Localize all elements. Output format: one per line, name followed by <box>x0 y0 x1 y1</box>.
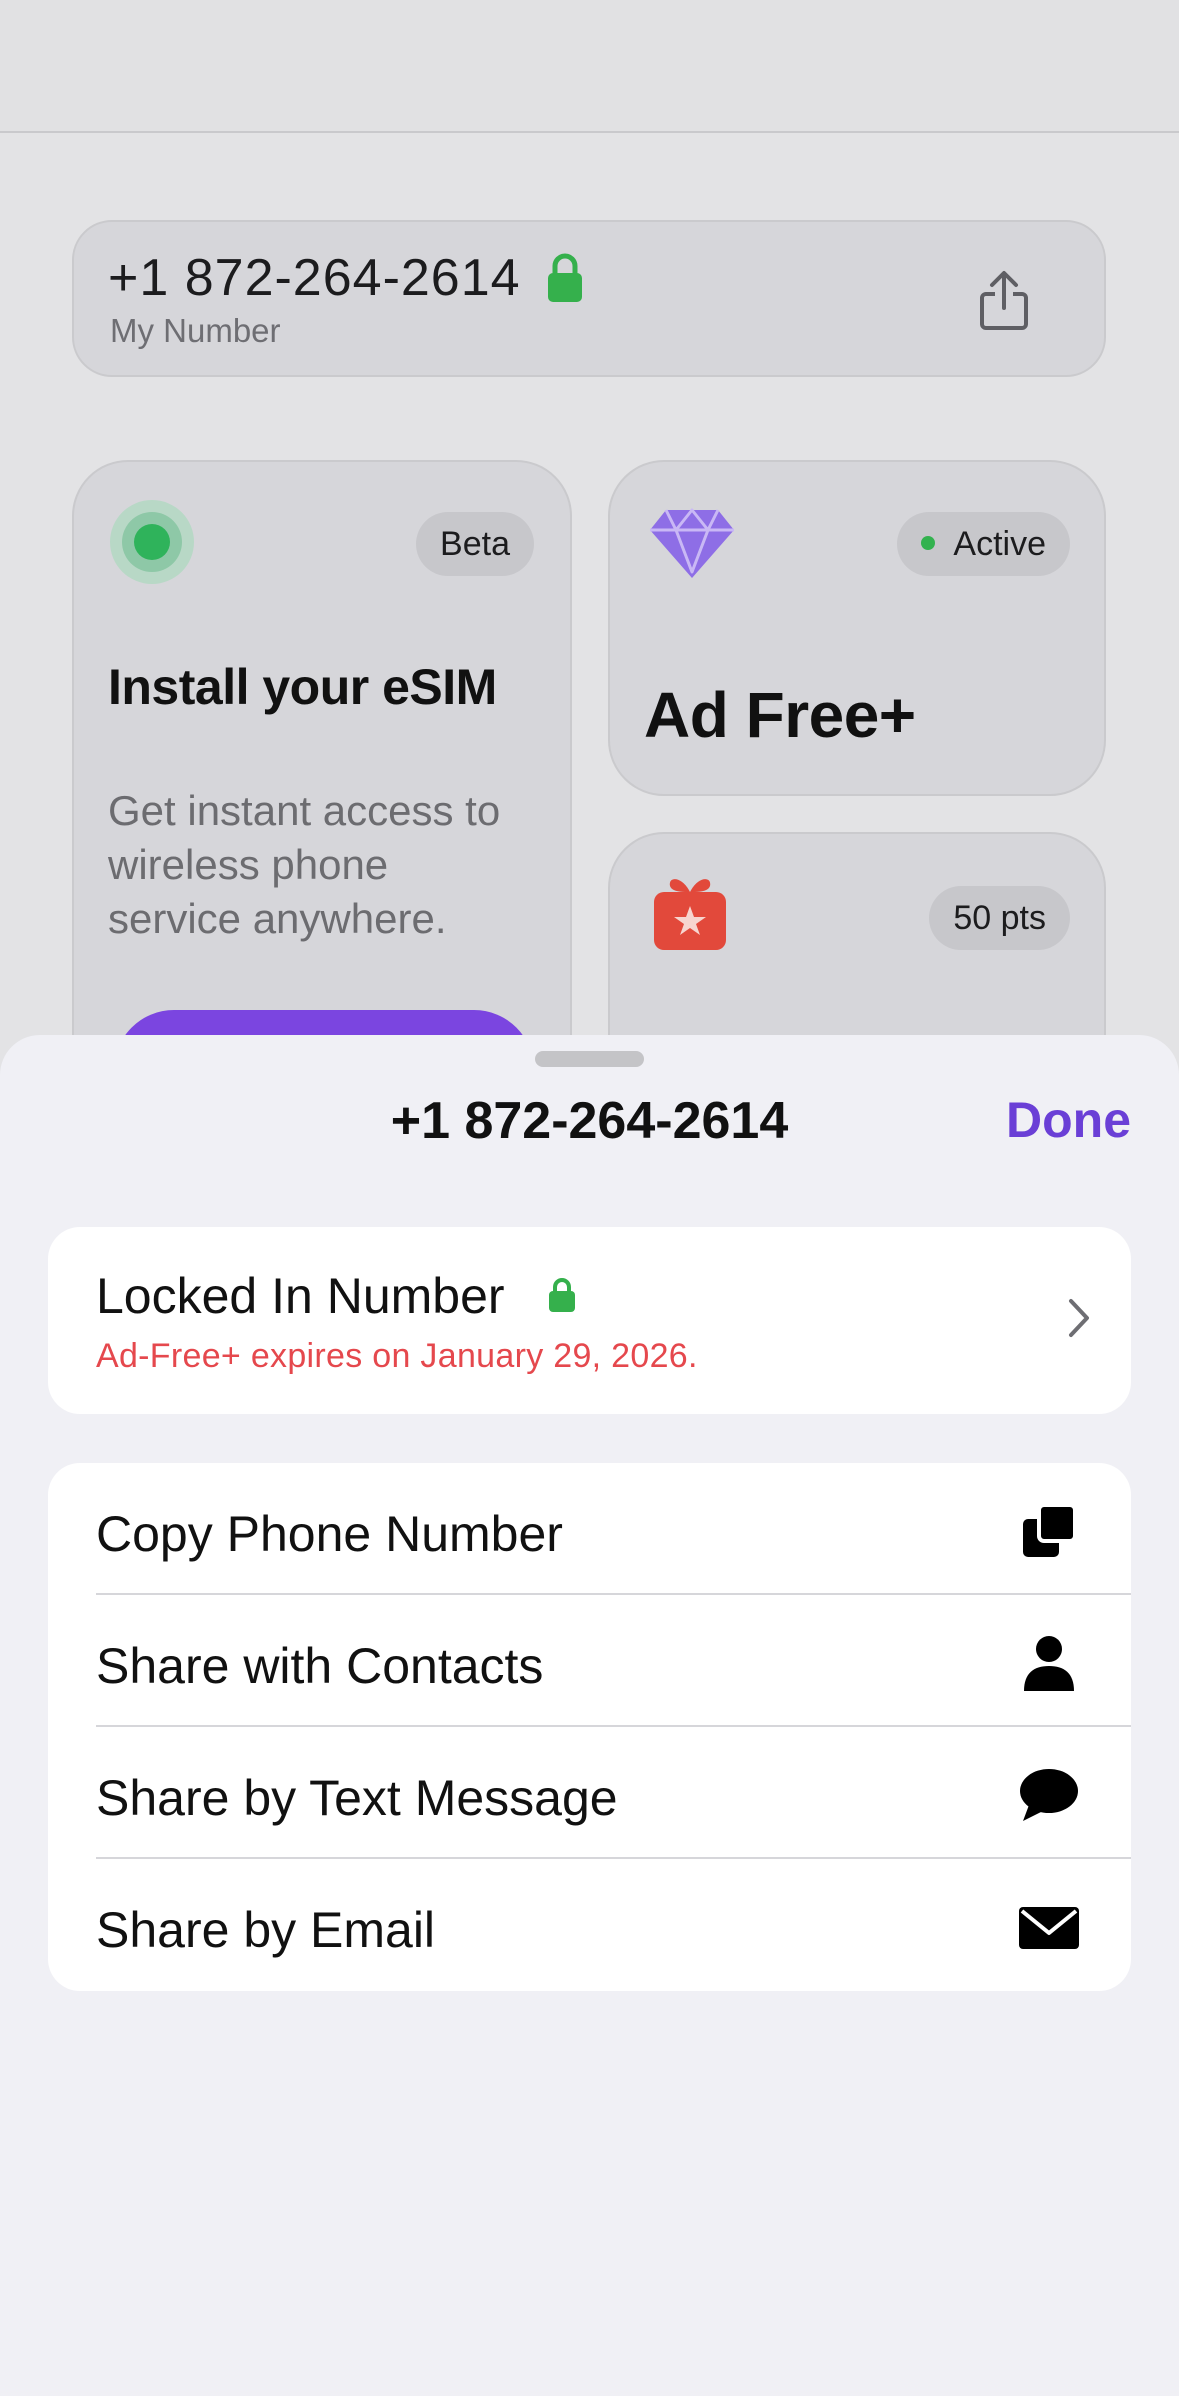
ad-free-card[interactable]: Active Ad Free+ <box>608 460 1106 796</box>
copy-phone-number-row[interactable]: Copy Phone Number <box>48 1463 1131 1595</box>
beta-badge: Beta <box>416 512 534 576</box>
active-badge: Active <box>897 512 1070 576</box>
esim-description: Get instant access to wireless phone ser… <box>108 787 501 942</box>
gift-icon <box>652 872 728 959</box>
my-number-card[interactable]: +1 872-264-2614 My Number <box>72 220 1106 377</box>
share-number-sheet: +1 872-264-2614 Done Locked In Number Ad… <box>0 1035 1179 2396</box>
lock-icon <box>548 1277 576 1318</box>
envelope-icon <box>1019 1897 1079 1957</box>
list-item-label: Share by Text Message <box>96 1770 618 1826</box>
sheet-grabber[interactable] <box>535 1051 644 1067</box>
share-by-email-row[interactable]: Share by Email <box>48 1859 1131 1991</box>
lock-icon <box>546 252 584 309</box>
diamond-icon <box>648 506 736 587</box>
share-with-contacts-row[interactable]: Share with Contacts <box>48 1595 1131 1727</box>
list-item-label: Share by Email <box>96 1902 436 1958</box>
message-bubble-icon <box>1019 1765 1079 1825</box>
my-number-value: +1 872-264-2614 <box>108 249 521 307</box>
list-item-label: Share with Contacts <box>96 1638 544 1694</box>
top-navigation-bar <box>0 0 1179 133</box>
ad-free-title: Ad Free+ <box>644 679 916 751</box>
active-status-dot <box>921 536 936 551</box>
points-badge: 50 pts <box>929 886 1070 950</box>
done-button[interactable]: Done <box>1006 1091 1131 1149</box>
share-by-text-row[interactable]: Share by Text Message <box>48 1727 1131 1859</box>
ad-free-expiry-text: Ad-Free+ expires on January 29, 2026. <box>96 1337 698 1375</box>
copy-icon <box>1019 1501 1079 1561</box>
chevron-right-icon <box>1067 1297 1091 1344</box>
share-options-list: Copy Phone Number Share with Contacts Sh… <box>48 1463 1131 1991</box>
esim-title: Install your eSIM <box>108 659 497 715</box>
esim-status-icon <box>110 500 194 584</box>
locked-in-number-row[interactable]: Locked In Number Ad-Free+ expires on Jan… <box>48 1227 1131 1414</box>
my-number-label: My Number <box>110 312 281 349</box>
share-icon[interactable] <box>978 270 1030 337</box>
person-icon <box>1019 1633 1079 1693</box>
esim-card[interactable]: Beta Install your eSIM Get instant acces… <box>72 460 572 1100</box>
sheet-title: +1 872-264-2614 <box>390 1092 789 1150</box>
list-item-label: Copy Phone Number <box>96 1506 563 1562</box>
locked-in-number-title: Locked In Number <box>96 1268 505 1324</box>
